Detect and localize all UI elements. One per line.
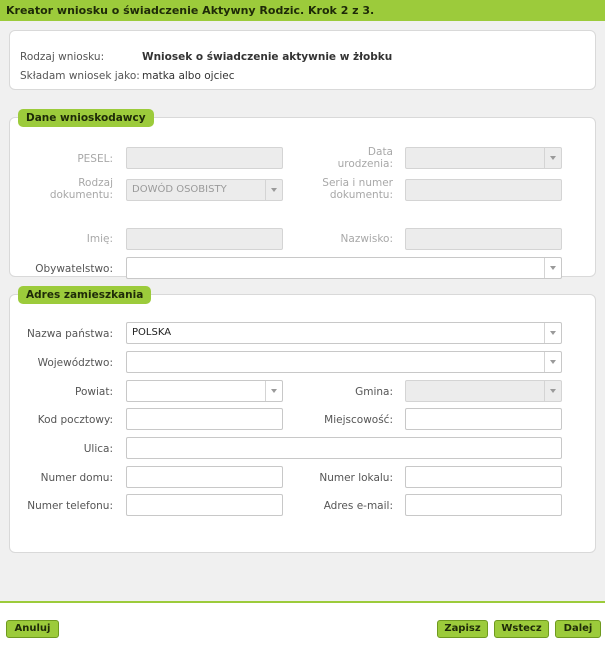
- city-label: Miejscowość:: [324, 414, 393, 426]
- wizard-content: Rodzaj wniosku: Wniosek o świadczenie ak…: [0, 21, 605, 601]
- house-number-field[interactable]: [126, 466, 283, 488]
- citizenship-select[interactable]: [126, 257, 562, 279]
- birthdate-label-line1: Data: [367, 146, 393, 158]
- chevron-down-icon[interactable]: [544, 381, 561, 401]
- house-number-label: Numer domu:: [40, 472, 113, 484]
- document-type-label-line1: Rodzaj: [78, 177, 113, 189]
- voivodeship-select[interactable]: [126, 351, 562, 373]
- county-select[interactable]: [126, 380, 283, 402]
- applicant-panel: Dane wnioskodawcy PESEL: Data urodzenia:…: [9, 109, 596, 279]
- application-type-value: Wniosek o świadczenie aktywnie w żłobku: [142, 51, 393, 63]
- cancel-button[interactable]: Anuluj: [6, 620, 59, 638]
- chevron-down-icon[interactable]: [544, 323, 561, 343]
- street-field[interactable]: [126, 437, 562, 459]
- back-button[interactable]: Wstecz: [494, 620, 549, 638]
- last-name-field[interactable]: [405, 228, 562, 250]
- applying-as-label: Składam wniosek jako:: [20, 70, 140, 82]
- chevron-down-icon[interactable]: [544, 352, 561, 372]
- flat-number-field[interactable]: [405, 466, 562, 488]
- document-type-label: Rodzaj dokumentu:: [20, 177, 113, 201]
- citizenship-label: Obywatelstwo:: [35, 263, 113, 275]
- address-section-title: Adres zamieszkania: [18, 286, 152, 304]
- window-title: Kreator wniosku o świadczenie Aktywny Ro…: [0, 0, 605, 21]
- chevron-down-icon[interactable]: [265, 381, 282, 401]
- phone-field[interactable]: [126, 494, 283, 516]
- chevron-down-icon[interactable]: [544, 258, 561, 278]
- voivodeship-label: Województwo:: [37, 357, 113, 369]
- country-select[interactable]: POLSKA: [126, 322, 562, 344]
- document-series-label-line2: dokumentu:: [329, 189, 393, 201]
- first-name-field[interactable]: [126, 228, 283, 250]
- commune-select[interactable]: [405, 380, 562, 402]
- country-label: Nazwa państwa:: [26, 328, 113, 340]
- pesel-label: PESEL:: [77, 153, 113, 165]
- country-value: POLSKA: [132, 327, 172, 338]
- document-type-label-line2: dokumentu:: [49, 189, 113, 201]
- save-button[interactable]: Zapisz: [437, 620, 488, 638]
- pesel-field[interactable]: [126, 147, 283, 169]
- applicant-section-title: Dane wnioskodawcy: [18, 109, 154, 127]
- document-type-value: DOWÓD OSOBISTY: [132, 184, 227, 195]
- commune-label: Gmina:: [355, 386, 393, 398]
- document-series-field[interactable]: [405, 179, 562, 201]
- next-button[interactable]: Dalej: [555, 620, 601, 638]
- address-panel: Adres zamieszkania Nazwa państwa: POLSKA…: [9, 286, 596, 553]
- first-name-label: Imię:: [86, 233, 113, 245]
- email-label: Adres e-mail:: [323, 500, 393, 512]
- document-series-label: Seria i numer dokumentu:: [280, 177, 393, 201]
- postcode-field[interactable]: [126, 408, 283, 430]
- street-label: Ulica:: [83, 443, 113, 455]
- document-type-select[interactable]: DOWÓD OSOBISTY: [126, 179, 283, 201]
- footer-bar: Anuluj Zapisz Wstecz Dalej: [0, 603, 605, 645]
- birthdate-label: Data urodzenia:: [300, 146, 393, 170]
- summary-panel: Rodzaj wniosku: Wniosek o świadczenie ak…: [9, 30, 596, 90]
- phone-label: Numer telefonu:: [27, 500, 113, 512]
- application-type-label: Rodzaj wniosku:: [20, 51, 105, 63]
- applying-as-value: matka albo ojciec: [142, 70, 235, 82]
- email-field[interactable]: [405, 494, 562, 516]
- birthdate-field[interactable]: [405, 147, 562, 169]
- birthdate-label-line2: urodzenia:: [337, 158, 393, 170]
- document-series-label-line1: Seria i numer: [322, 177, 393, 189]
- city-field[interactable]: [405, 408, 562, 430]
- last-name-label: Nazwisko:: [340, 233, 393, 245]
- chevron-down-icon[interactable]: [544, 148, 561, 168]
- flat-number-label: Numer lokalu:: [319, 472, 393, 484]
- postcode-label: Kod pocztowy:: [37, 414, 113, 426]
- county-label: Powiat:: [75, 386, 113, 398]
